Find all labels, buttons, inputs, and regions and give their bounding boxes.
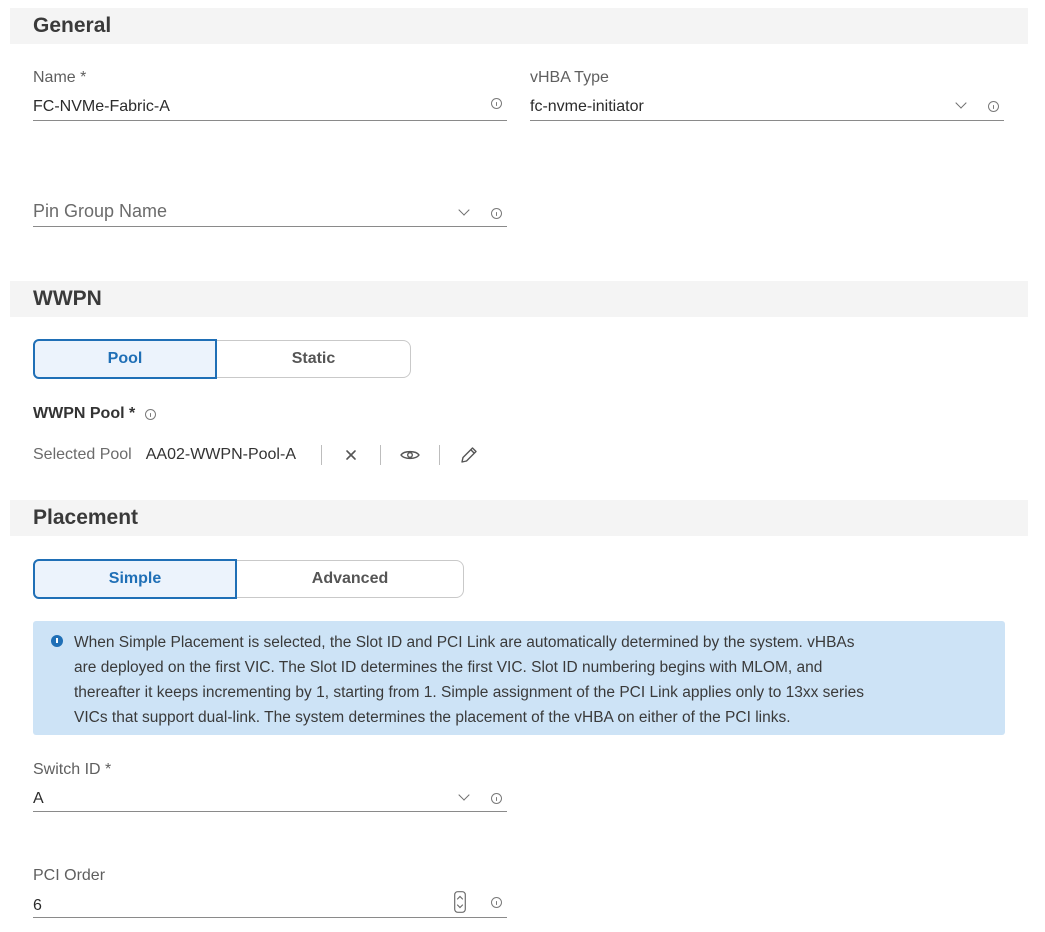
section-title-wwpn: WWPN xyxy=(33,287,102,310)
pci-order-label: PCI Order xyxy=(33,867,106,884)
chevron-down-icon[interactable] xyxy=(955,97,967,109)
notice-line: thereafter it keeps incrementing by 1, s… xyxy=(74,684,865,701)
info-filled-icon xyxy=(51,635,63,647)
section-title-general: General xyxy=(33,14,112,37)
vhba-type-label: vHBA Type xyxy=(530,69,609,86)
switch-id-value[interactable]: A xyxy=(33,790,44,808)
notice-line: When Simple Placement is selected, the S… xyxy=(74,634,855,651)
edit-pool-button[interactable] xyxy=(440,442,498,468)
placement-toggle[interactable]: Simple Advanced xyxy=(33,559,464,599)
vhba-type-value[interactable]: fc-nvme-initiator xyxy=(530,98,644,116)
pencil-icon xyxy=(461,447,477,463)
simple-placement-notice: When Simple Placement is selected, the S… xyxy=(33,621,1005,735)
info-icon[interactable] xyxy=(491,793,502,804)
info-icon[interactable] xyxy=(491,897,502,908)
close-icon xyxy=(346,450,356,460)
stepper-icon xyxy=(454,891,466,913)
chevron-down-icon[interactable] xyxy=(458,789,470,801)
advanced-toggle-button[interactable]: Advanced xyxy=(237,560,464,598)
switch-id-label: Switch ID * xyxy=(33,761,112,778)
name-underline xyxy=(33,120,507,121)
vhba-type-underline xyxy=(530,120,1004,121)
view-pool-button[interactable] xyxy=(381,442,439,468)
notice-line: VICs that support dual-link. The system … xyxy=(74,709,791,726)
wwpn-pool-label-text: WWPN Pool * xyxy=(33,405,136,422)
info-icon[interactable] xyxy=(491,208,502,219)
section-header-general: General xyxy=(10,8,1028,44)
vhba-type-select[interactable]: vHBA Type fc-nvme-initiator xyxy=(530,68,1004,122)
section-header-wwpn: WWPN xyxy=(10,281,1028,317)
switch-id-select[interactable]: Switch ID * A xyxy=(33,760,507,814)
info-icon[interactable] xyxy=(988,101,999,112)
info-icon[interactable] xyxy=(491,98,502,109)
pin-group-underline xyxy=(33,226,507,227)
simple-toggle-button[interactable]: Simple xyxy=(33,559,237,599)
wwpn-toggle[interactable]: Pool Static xyxy=(33,339,411,379)
pin-group-placeholder[interactable]: Pin Group Name xyxy=(33,201,167,222)
chevron-down-icon[interactable] xyxy=(458,204,470,216)
wwpn-pool-label: WWPN Pool * xyxy=(33,405,135,423)
eye-icon xyxy=(400,450,420,460)
pin-group-select[interactable]: Pin Group Name xyxy=(33,200,507,230)
name-value[interactable]: FC-NVMe-Fabric-A xyxy=(33,98,170,116)
selected-pool-value: AA02-WWPN-Pool-A xyxy=(145,446,296,463)
clear-pool-button[interactable] xyxy=(322,442,380,468)
notice-line: are deployed on the first VIC. The Slot … xyxy=(74,659,823,676)
name-label: Name * xyxy=(33,69,87,86)
pool-toggle-button[interactable]: Pool xyxy=(33,339,217,379)
pci-order-underline xyxy=(33,917,507,918)
selected-pool-label: Selected Pool xyxy=(33,446,132,463)
static-toggle-button[interactable]: Static xyxy=(217,340,411,378)
section-title-placement: Placement xyxy=(33,506,139,529)
pci-order-stepper[interactable] xyxy=(454,891,466,918)
selected-pool-row: Selected Pool AA02-WWPN-Pool-A xyxy=(33,442,498,468)
name-field[interactable]: Name * FC-NVMe-Fabric-A xyxy=(33,68,507,122)
info-icon[interactable] xyxy=(145,409,156,420)
section-header-placement: Placement xyxy=(10,500,1028,536)
pci-order-value[interactable]: 6 xyxy=(33,897,42,915)
switch-id-underline xyxy=(33,811,507,812)
pci-order-field[interactable]: PCI Order 6 xyxy=(33,866,507,920)
